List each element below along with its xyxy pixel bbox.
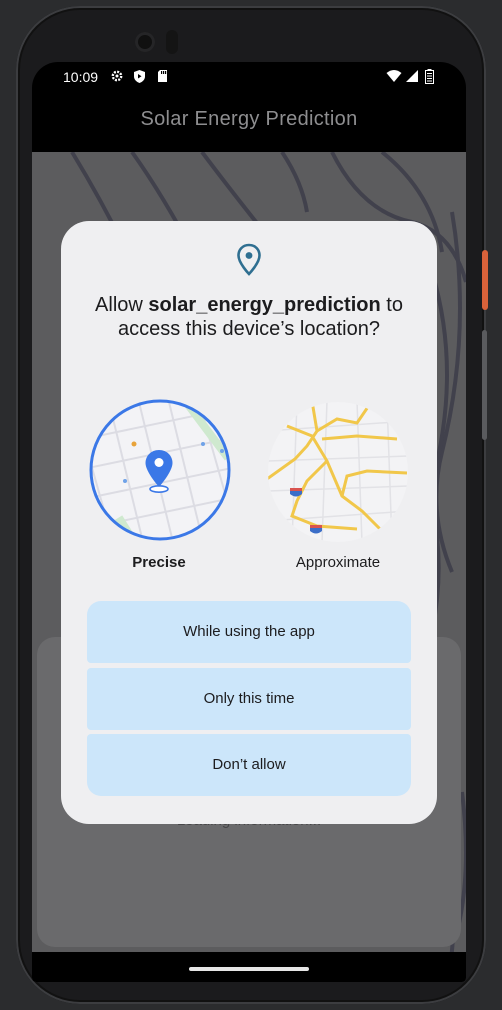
app-title: Solar Energy Prediction [140,108,358,130]
approximate-location-option[interactable] [267,401,409,543]
gear-icon [110,69,124,87]
home-indicator[interactable] [189,967,309,971]
navigation-bar [32,952,466,982]
power-button [482,250,488,310]
battery-icon [425,69,434,88]
front-camera [135,32,155,52]
approximate-label[interactable]: Approximate [263,554,413,571]
app-name: solar_energy_prediction [148,294,381,316]
volume-button [482,330,487,440]
wifi-icon [386,69,402,87]
location-permission-dialog: Allow solar_energy_prediction to access … [61,221,437,824]
precise-location-option[interactable] [88,398,232,542]
status-bar: 10:09 [32,62,466,92]
highway-shield-icon [290,488,302,497]
only-this-time-button[interactable]: Only this time [87,668,411,730]
location-pin-icon [236,243,262,277]
app-bar: Solar Energy Prediction [32,92,466,152]
dont-allow-button[interactable]: Don’t allow [87,734,411,796]
signal-icon [406,69,419,87]
sd-card-icon [157,69,168,87]
dialog-title: Allow solar_energy_prediction to access … [71,293,427,341]
precise-label[interactable]: Precise [84,554,234,571]
status-time: 10:09 [63,69,99,85]
shield-icon [133,69,146,88]
sensor [166,30,178,54]
while-using-app-button[interactable]: While using the app [87,601,411,663]
title-prefix: Allow [95,294,149,316]
